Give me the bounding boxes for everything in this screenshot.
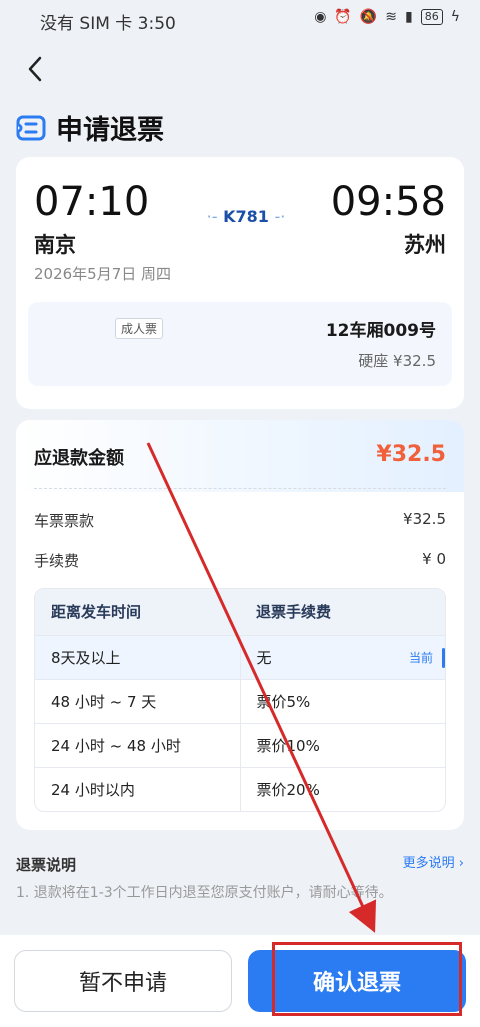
seat-number: 12车厢009号: [325, 321, 436, 341]
current-indicator: [442, 648, 445, 668]
row-time: 8天及以上: [35, 636, 241, 679]
depart-time: 07:10: [34, 179, 150, 225]
notes-title: 退票说明: [16, 856, 77, 874]
status-bar: 没有 SIM 卡 3:50 ◉ ⏰ 🔕 ≋ ▮ 86 ϟ: [0, 0, 480, 40]
chevron-right-icon: ›: [458, 856, 464, 871]
mute-icon: 🔕: [359, 9, 378, 25]
seat-class-price: 硬座 ¥32.5: [358, 352, 436, 370]
charging-icon: ϟ: [450, 9, 460, 25]
refund-amount: ¥32.5: [376, 442, 446, 467]
bottom-action-bar: 暂不申请 确认退票: [0, 935, 480, 1027]
row-time: 24 小时以内: [35, 768, 241, 811]
depart-city: 南京: [34, 233, 76, 257]
eye-icon: ◉: [314, 9, 327, 25]
more-info-link[interactable]: 更多说明 ›: [403, 852, 464, 871]
page-title: 申请退票: [56, 115, 164, 146]
row-fee: 票价10%: [256, 737, 320, 755]
fee-table-header: 距离发车时间 退票手续费: [35, 589, 445, 635]
refund-header: 应退款金额 ¥32.5: [16, 420, 464, 492]
back-button[interactable]: [20, 52, 50, 86]
row-time: 48 小时 ~ 7 天: [35, 680, 241, 723]
train-number: ·- K781 -·: [196, 207, 296, 226]
arrive-city: 苏州: [404, 233, 446, 257]
page-header: 申请退票: [16, 108, 164, 147]
arrow-right-icon: -·: [274, 207, 286, 226]
arrow-left-decoration: ·-: [206, 207, 218, 226]
sim-icon: ▮: [405, 9, 413, 25]
trip-card: 07:10 09:58 ·- K781 -· 南京 苏州 2026年5月7日 周…: [16, 157, 464, 409]
trip-date: 2026年5月7日 周四: [34, 265, 172, 283]
chevron-left-icon: [28, 56, 42, 82]
more-info-link-label: 更多说明: [402, 856, 455, 871]
train-number-text: K781: [223, 207, 269, 226]
fee-value: ¥ 0: [422, 550, 446, 568]
fee-label: 手续费: [34, 552, 80, 570]
table-row: 8天及以上 无 当前: [35, 635, 445, 679]
header-refund-fee: 退票手续费: [256, 603, 332, 621]
arrive-time: 09:58: [330, 179, 446, 225]
battery-icon: 86: [420, 9, 443, 25]
refund-amount-label: 应退款金额: [34, 448, 124, 469]
table-row: 48 小时 ~ 7 天 票价5%: [35, 679, 445, 723]
fare-value: ¥32.5: [403, 510, 446, 528]
row-fee: 票价5%: [256, 693, 311, 711]
divider: [34, 488, 446, 489]
current-tag: 当前: [408, 651, 433, 665]
fee-table: 距离发车时间 退票手续费 8天及以上 无 当前 48 小时 ~ 7 天 票价5%…: [34, 588, 446, 812]
table-row: 24 小时 ~ 48 小时 票价10%: [35, 723, 445, 767]
header-departure-time: 距离发车时间: [51, 603, 142, 621]
fare-label: 车票票款: [34, 512, 95, 530]
row-time: 24 小时 ~ 48 小时: [35, 724, 241, 767]
passenger-ticket: 成人票 12车厢009号 硬座 ¥32.5: [28, 302, 452, 386]
status-text: 没有 SIM 卡 3:50: [40, 14, 176, 34]
ticket-type-badge: 成人票: [115, 318, 164, 339]
cancel-button[interactable]: 暂不申请: [14, 950, 232, 1012]
ticket-icon: [16, 115, 46, 140]
refund-card: 应退款金额 ¥32.5 车票票款 ¥32.5 手续费 ¥ 0 距离发车时间 退票…: [16, 420, 464, 830]
confirm-refund-button[interactable]: 确认退票: [248, 950, 466, 1012]
notes-text: 1. 退款将在1-3个工作日内退至您原支付账户，请耐心等待。: [16, 885, 393, 901]
alarm-icon: ⏰: [334, 9, 352, 25]
wifi-icon: ≋: [385, 9, 398, 25]
status-icons: ◉ ⏰ 🔕 ≋ ▮ 86 ϟ: [314, 9, 460, 25]
row-fee: 票价20%: [256, 781, 320, 799]
table-row: 24 小时以内 票价20%: [35, 767, 445, 811]
